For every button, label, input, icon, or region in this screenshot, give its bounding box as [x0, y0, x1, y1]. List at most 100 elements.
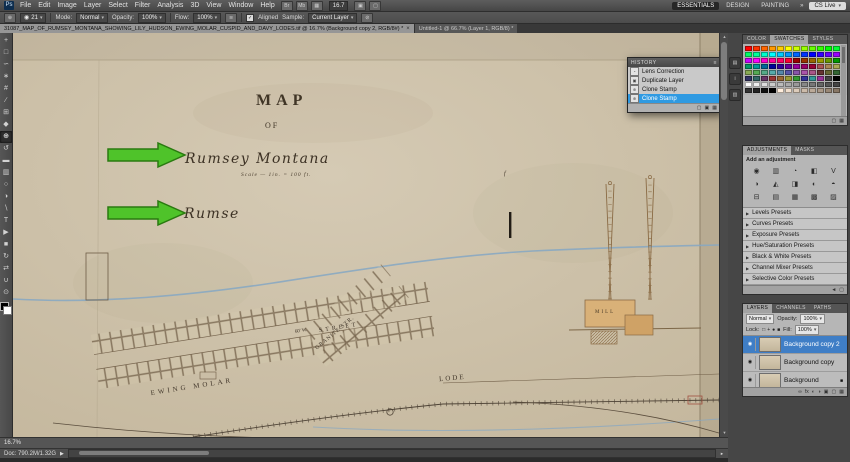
pen-tool[interactable]: ∖: [0, 203, 12, 215]
color-swatch[interactable]: [825, 82, 832, 87]
status-menu-chevron[interactable]: ▶: [60, 451, 64, 457]
zoom-level-field[interactable]: 16.7: [329, 1, 349, 11]
zoom-percentage[interactable]: 16.7%: [4, 440, 21, 446]
color-swatch[interactable]: [817, 76, 824, 81]
color-swatch[interactable]: [761, 82, 768, 87]
preset-row-exposure-presets[interactable]: ▶Exposure Presets: [743, 230, 847, 241]
tab-swatches[interactable]: SWATCHES: [770, 35, 808, 44]
levels-icon[interactable]: ▥: [766, 167, 785, 176]
eraser-tool[interactable]: ▬: [0, 155, 12, 167]
workspace-essentials[interactable]: ESSENTIALS: [672, 2, 719, 10]
lock-transparency-icon[interactable]: □: [762, 327, 765, 333]
color-swatch[interactable]: [793, 70, 800, 75]
layer-opacity-dropdown[interactable]: 100% ▾: [800, 314, 825, 324]
eye-icon[interactable]: ◉: [745, 374, 756, 387]
color-swatch[interactable]: [833, 76, 840, 81]
menu-filter[interactable]: Filter: [135, 2, 151, 9]
color-swatch[interactable]: [817, 52, 824, 57]
color-swatch[interactable]: [785, 52, 792, 57]
history-state-clone-stamp[interactable]: ⊕Clone Stamp: [628, 94, 719, 103]
color-swatch[interactable]: [785, 46, 792, 51]
mini-bridge-icon[interactable]: Mb: [296, 1, 308, 11]
delete-layer-icon[interactable]: ▦: [839, 389, 844, 395]
color-swatch[interactable]: [745, 82, 752, 87]
lock-all-icon[interactable]: ■: [777, 327, 780, 333]
vertical-scroll-thumb[interactable]: [721, 42, 727, 100]
color-swatch[interactable]: [801, 82, 808, 87]
color-swatch[interactable]: [745, 64, 752, 69]
blend-mode-dropdown[interactable]: Normal ▾: [746, 314, 774, 324]
brightness-contrast-icon[interactable]: ◉: [747, 167, 766, 176]
color-swatch[interactable]: [793, 58, 800, 63]
color-swatch[interactable]: [801, 64, 808, 69]
color-swatch[interactable]: [777, 76, 784, 81]
color-swatch[interactable]: [817, 64, 824, 69]
color-swatch[interactable]: [785, 88, 792, 93]
info-panel-icon[interactable]: i: [729, 73, 741, 85]
preset-row-black-white-presets[interactable]: ▶Black & White Presets: [743, 252, 847, 263]
layer-mask-icon[interactable]: ◐: [812, 389, 815, 395]
bridge-icon[interactable]: Br: [281, 1, 293, 11]
cs-live-button[interactable]: CS Live ▾: [809, 2, 846, 10]
color-swatch[interactable]: [817, 88, 824, 93]
document-canvas[interactable]: MAP OF Rumsey Montana Scale — 1in. = 100…: [13, 33, 719, 437]
history-state-lens-correction[interactable]: ◔Lens Correction: [628, 67, 719, 76]
color-swatch[interactable]: [833, 64, 840, 69]
menu-window[interactable]: Window: [228, 2, 253, 9]
color-swatch[interactable]: [833, 70, 840, 75]
color-swatch[interactable]: [801, 52, 808, 57]
color-swatch[interactable]: [777, 64, 784, 69]
posterize-icon[interactable]: ▤: [766, 193, 785, 202]
view-extras-icon[interactable]: ▦: [311, 1, 323, 11]
color-swatch[interactable]: [761, 64, 768, 69]
zoom-tool[interactable]: ⊙: [0, 287, 12, 299]
preset-row-selective-color-presets[interactable]: ▶Selective Color Presets: [743, 274, 847, 285]
document-tab[interactable]: 31087_MAP_OF_RUMSEY_MONTANA_SHOWING_LILY…: [0, 24, 414, 33]
color-swatch[interactable]: [745, 58, 752, 63]
brush-preset-picker[interactable]: ◉ 21 ▾: [20, 13, 46, 23]
color-swatch[interactable]: [761, 70, 768, 75]
color-swatch[interactable]: [753, 64, 760, 69]
crop-tool[interactable]: #: [0, 83, 12, 95]
gradient-tool[interactable]: ▥: [0, 167, 12, 179]
color-swatch[interactable]: [769, 88, 776, 93]
hue-saturation-icon[interactable]: ◑: [747, 180, 766, 189]
menu-analysis[interactable]: Analysis: [157, 2, 183, 9]
color-swatch[interactable]: [785, 64, 792, 69]
aligned-checkbox[interactable]: ✓: [246, 14, 254, 22]
new-document-from-state-icon[interactable]: ▢: [697, 105, 702, 111]
color-swatch[interactable]: [809, 88, 816, 93]
return-arrow-icon[interactable]: ◄: [831, 287, 836, 293]
color-swatch[interactable]: [801, 70, 808, 75]
threshold-icon[interactable]: ▦: [785, 193, 804, 202]
color-swatch[interactable]: [809, 64, 816, 69]
color-swatch[interactable]: [769, 52, 776, 57]
move-tool[interactable]: +: [0, 35, 12, 47]
preset-row-channel-mixer-presets[interactable]: ▶Channel Mixer Presets: [743, 263, 847, 274]
history-state-duplicate-layer[interactable]: ▣Duplicate Layer: [628, 76, 719, 85]
layer-effects-icon[interactable]: fx: [805, 389, 809, 395]
preset-row-curves-presets[interactable]: ▶Curves Presets: [743, 219, 847, 230]
color-swatch[interactable]: [777, 46, 784, 51]
link-layers-icon[interactable]: ∞: [798, 389, 802, 395]
color-swatch[interactable]: [785, 76, 792, 81]
histogram-panel-icon[interactable]: ▥: [729, 89, 741, 101]
3d-rotate-tool[interactable]: ↻: [0, 251, 12, 263]
preset-row-hue-saturation-presets[interactable]: ▶Hue/Saturation Presets: [743, 241, 847, 252]
color-swatch[interactable]: [809, 58, 816, 63]
doc-size-readout[interactable]: Doc: 790.2M/1.32G: [4, 451, 56, 457]
exposure-icon[interactable]: ◧: [805, 167, 824, 176]
photo-filter-icon[interactable]: ◐: [805, 180, 824, 189]
color-swatch[interactable]: [809, 70, 816, 75]
color-swatch[interactable]: [745, 88, 752, 93]
color-swatch[interactable]: [833, 46, 840, 51]
workspace-painting[interactable]: PAINTING: [756, 2, 794, 10]
lock-position-icon[interactable]: ●: [772, 327, 775, 333]
color-swatch[interactable]: [825, 52, 832, 57]
clone-stamp-tool[interactable]: ⊕: [0, 131, 12, 143]
color-swatch[interactable]: [825, 46, 832, 51]
menu-image[interactable]: Image: [57, 2, 76, 9]
color-swatch[interactable]: [817, 58, 824, 63]
black-white-icon[interactable]: ◨: [785, 180, 804, 189]
marquee-tool[interactable]: □: [0, 47, 12, 59]
